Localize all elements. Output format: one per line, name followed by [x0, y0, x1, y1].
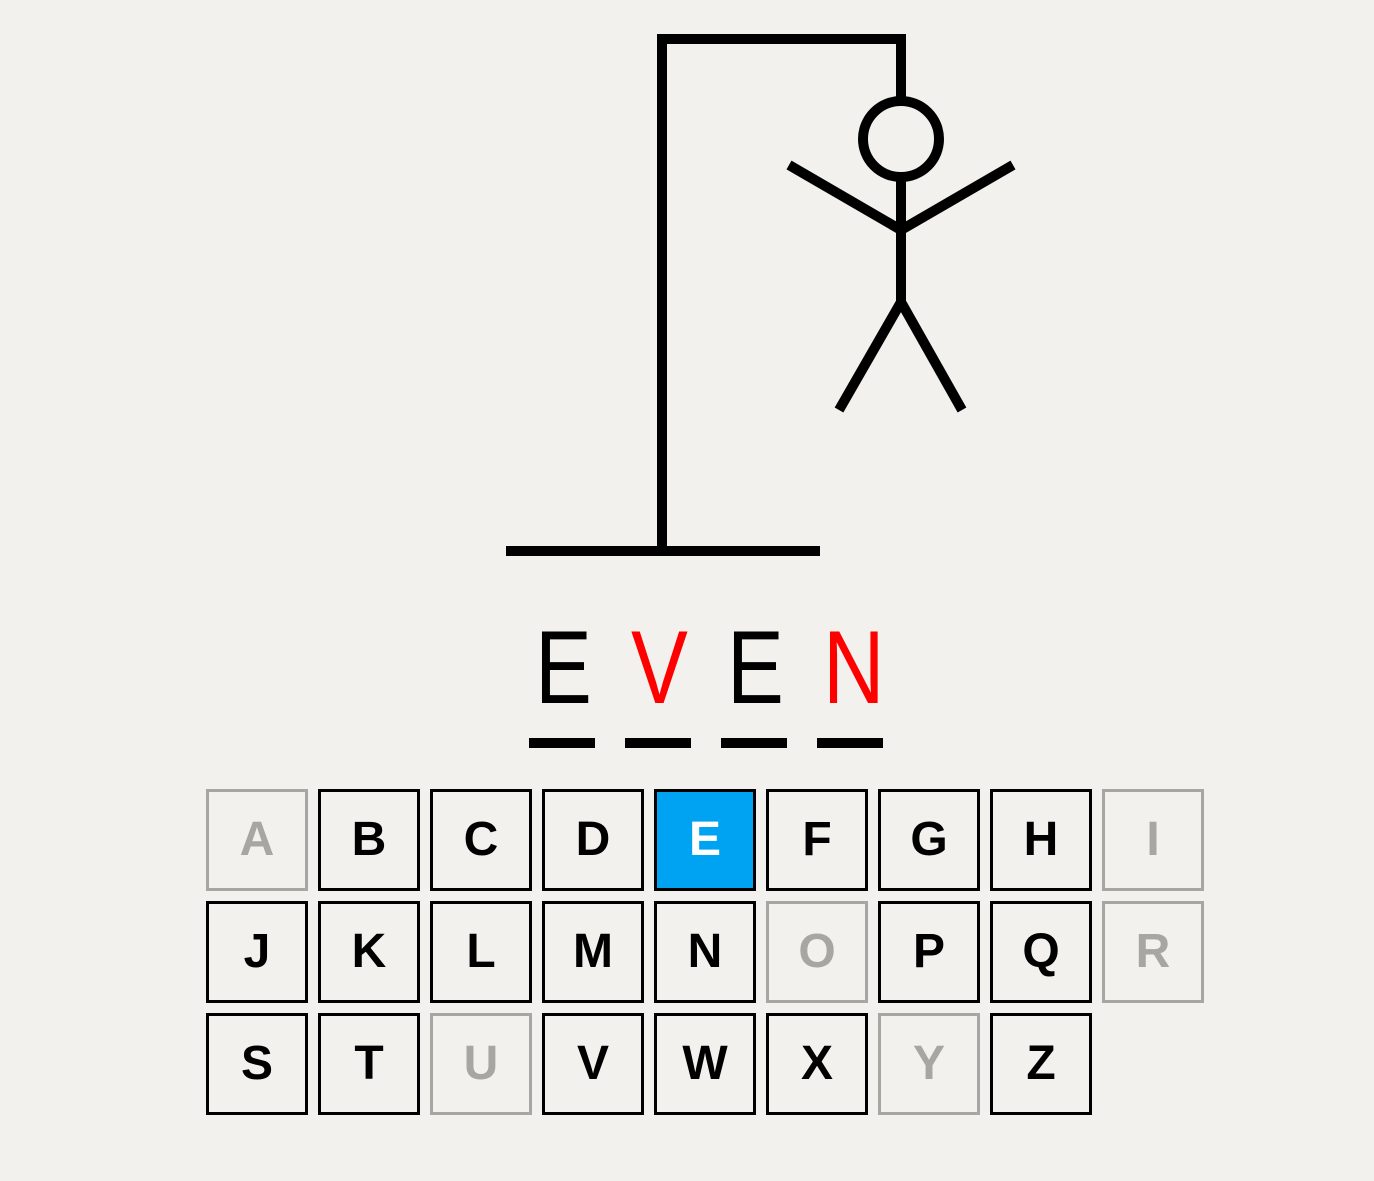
- letter-key-z[interactable]: Z: [990, 1013, 1092, 1115]
- letter-underline: [817, 738, 883, 748]
- letter-key-x[interactable]: X: [766, 1013, 868, 1115]
- letter-key-g[interactable]: G: [878, 789, 980, 891]
- letter-key-j[interactable]: J: [206, 901, 308, 1003]
- letter-underline: [721, 738, 787, 748]
- letter-key-s[interactable]: S: [206, 1013, 308, 1115]
- hangman-left-leg: [834, 299, 906, 413]
- letter-key-h[interactable]: H: [990, 789, 1092, 891]
- letter-key-k[interactable]: K: [318, 901, 420, 1003]
- word-slot: E: [721, 612, 787, 748]
- letter-key-e[interactable]: E: [654, 789, 756, 891]
- letter-key-r: R: [1102, 901, 1204, 1003]
- letter-key-i: I: [1102, 789, 1204, 891]
- word-letter: E: [534, 610, 592, 726]
- word-slot: N: [817, 610, 885, 748]
- letter-key-n[interactable]: N: [654, 901, 756, 1003]
- hangman-drawing: [506, 34, 1016, 556]
- letter-key-y: Y: [878, 1013, 980, 1115]
- word-letter: E: [726, 610, 784, 726]
- word-slot: E: [529, 612, 595, 748]
- hangman-head: [858, 96, 944, 182]
- letter-key-p[interactable]: P: [878, 901, 980, 1003]
- letter-key-c[interactable]: C: [430, 789, 532, 891]
- letter-key-t[interactable]: T: [318, 1013, 420, 1115]
- letter-key-w[interactable]: W: [654, 1013, 756, 1115]
- word-letter: V: [630, 610, 688, 726]
- letter-underline: [529, 738, 595, 748]
- letter-key-o: O: [766, 901, 868, 1003]
- letter-key-d[interactable]: D: [542, 789, 644, 891]
- letter-key-v[interactable]: V: [542, 1013, 644, 1115]
- letter-underline: [625, 738, 691, 748]
- word-letter: N: [822, 610, 885, 726]
- letter-key-l[interactable]: L: [430, 901, 532, 1003]
- letter-key-b[interactable]: B: [318, 789, 420, 891]
- letter-key-f[interactable]: F: [766, 789, 868, 891]
- letter-key-m[interactable]: M: [542, 901, 644, 1003]
- letter-key-q[interactable]: Q: [990, 901, 1092, 1003]
- letter-key-a: A: [206, 789, 308, 891]
- letter-key-u: U: [430, 1013, 532, 1115]
- word-slot: V: [625, 612, 691, 748]
- hangman-right-leg: [896, 299, 967, 413]
